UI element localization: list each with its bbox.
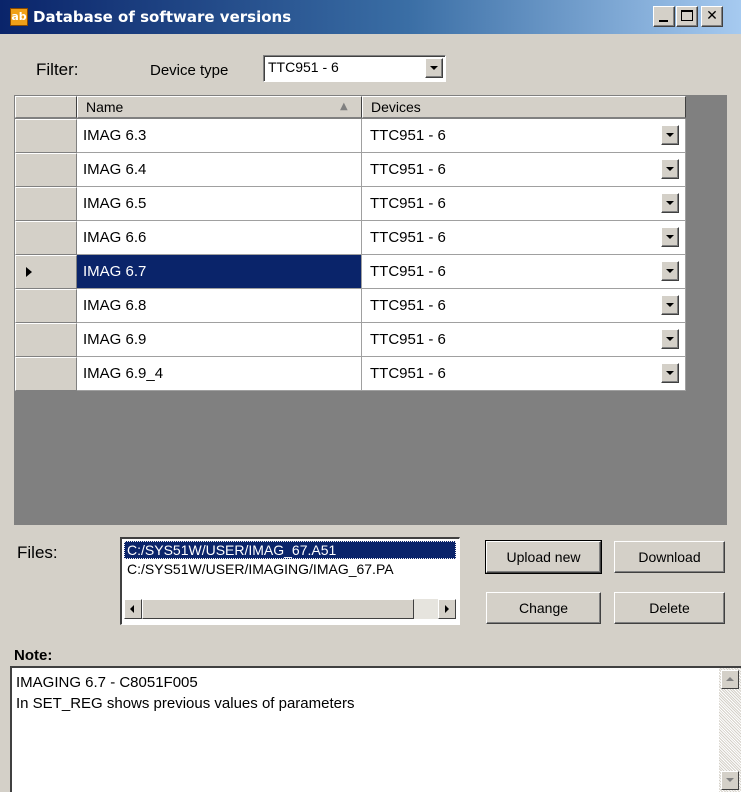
maximize-icon bbox=[681, 10, 693, 21]
column-header-devices-label: Devices bbox=[371, 99, 421, 115]
scroll-right-button[interactable] bbox=[438, 599, 456, 619]
devices-cell-value: TTC951 - 6 bbox=[370, 195, 446, 212]
filter-label: Filter: bbox=[36, 60, 79, 79]
column-header-name-label: Name bbox=[86, 99, 124, 115]
chevron-down-icon bbox=[666, 167, 674, 171]
maximize-button[interactable] bbox=[676, 6, 698, 27]
name-cell[interactable]: IMAG 6.9 bbox=[77, 323, 362, 357]
scroll-up-button[interactable] bbox=[721, 670, 739, 689]
scroll-down-button[interactable] bbox=[721, 771, 739, 790]
devices-cell[interactable]: TTC951 - 6 bbox=[362, 255, 686, 289]
devices-cell-value: TTC951 - 6 bbox=[370, 297, 446, 314]
chevron-down-icon bbox=[666, 201, 674, 205]
column-header-name[interactable]: Name ▲ bbox=[77, 96, 362, 118]
name-cell[interactable]: IMAG 6.3 bbox=[77, 119, 362, 153]
row-header[interactable] bbox=[15, 357, 77, 391]
chevron-down-icon bbox=[666, 303, 674, 307]
row-header[interactable] bbox=[15, 221, 77, 255]
arrow-right-icon bbox=[445, 605, 449, 613]
current-row-pointer-icon bbox=[26, 267, 32, 277]
devices-cell-value: TTC951 - 6 bbox=[370, 331, 446, 348]
change-button[interactable]: Change bbox=[486, 592, 601, 624]
devices-dropdown-button[interactable] bbox=[661, 261, 679, 281]
files-label: Files: bbox=[17, 543, 58, 562]
devices-dropdown-button[interactable] bbox=[661, 227, 679, 247]
sort-ascending-icon: ▲ bbox=[340, 101, 348, 112]
files-list[interactable]: C:/SYS51W/USER/IMAG_67.A51 C:/SYS51W/USER… bbox=[120, 537, 460, 625]
window-title: Database of software versions bbox=[33, 8, 292, 26]
chevron-down-icon bbox=[666, 371, 674, 375]
versions-grid[interactable]: Name ▲ Devices IMAG 6.3 TTC951 - 6 IMAG 6.… bbox=[14, 95, 727, 525]
name-cell[interactable]: IMAG 6.5 bbox=[77, 187, 362, 221]
name-cell[interactable]: IMAG 6.9_4 bbox=[77, 357, 362, 391]
note-textarea[interactable]: IMAGING 6.7 - C8051F005 In SET_REG shows… bbox=[10, 666, 741, 792]
close-icon: ✕ bbox=[706, 8, 718, 24]
minimize-button[interactable] bbox=[653, 6, 675, 27]
arrow-up-icon bbox=[726, 677, 734, 681]
devices-cell[interactable]: TTC951 - 6 bbox=[362, 187, 686, 221]
scroll-left-button[interactable] bbox=[124, 599, 142, 619]
device-type-dropdown-button[interactable] bbox=[425, 58, 443, 78]
row-header-corner bbox=[15, 96, 77, 118]
devices-dropdown-button[interactable] bbox=[661, 193, 679, 213]
chevron-down-icon bbox=[430, 66, 438, 70]
software-versions-window: ab Database of software versions ✕ Filte… bbox=[0, 0, 741, 792]
chevron-down-icon bbox=[666, 269, 674, 273]
devices-dropdown-button[interactable] bbox=[661, 295, 679, 315]
devices-dropdown-button[interactable] bbox=[661, 363, 679, 383]
files-horizontal-scrollbar[interactable] bbox=[124, 599, 456, 619]
devices-cell[interactable]: TTC951 - 6 bbox=[362, 221, 686, 255]
devices-cell[interactable]: TTC951 - 6 bbox=[362, 357, 686, 391]
close-button[interactable]: ✕ bbox=[701, 6, 723, 27]
devices-cell-value: TTC951 - 6 bbox=[370, 365, 446, 382]
list-item[interactable]: C:/SYS51W/USER/IMAG_67.A51 bbox=[124, 541, 456, 559]
upload-new-button[interactable]: Upload new bbox=[485, 540, 602, 574]
row-header[interactable] bbox=[15, 153, 77, 187]
devices-cell[interactable]: TTC951 - 6 bbox=[362, 323, 686, 357]
arrow-left-icon bbox=[130, 605, 134, 613]
devices-cell-value: TTC951 - 6 bbox=[370, 127, 446, 144]
note-line-2: In SET_REG shows previous values of para… bbox=[16, 695, 355, 712]
name-cell[interactable]: IMAG 6.8 bbox=[77, 289, 362, 323]
device-type-combo[interactable]: TTC951 - 6 bbox=[263, 55, 446, 82]
column-header-devices[interactable]: Devices bbox=[362, 96, 686, 118]
title-bar[interactable]: ab Database of software versions ✕ bbox=[0, 0, 741, 34]
devices-cell[interactable]: TTC951 - 6 bbox=[362, 119, 686, 153]
download-button[interactable]: Download bbox=[614, 541, 725, 573]
devices-cell[interactable]: TTC951 - 6 bbox=[362, 153, 686, 187]
devices-dropdown-button[interactable] bbox=[661, 329, 679, 349]
device-type-value: TTC951 - 6 bbox=[268, 59, 339, 75]
app-icon: ab bbox=[10, 8, 28, 26]
note-vertical-scrollbar[interactable] bbox=[719, 668, 741, 792]
row-header[interactable] bbox=[15, 119, 77, 153]
chevron-down-icon bbox=[666, 235, 674, 239]
devices-dropdown-button[interactable] bbox=[661, 125, 679, 145]
chevron-down-icon bbox=[666, 337, 674, 341]
name-cell[interactable]: IMAG 6.4 bbox=[77, 153, 362, 187]
row-header[interactable] bbox=[15, 255, 77, 289]
chevron-down-icon bbox=[666, 133, 674, 137]
delete-button[interactable]: Delete bbox=[614, 592, 725, 624]
list-item[interactable]: C:/SYS51W/USER/IMAGING/IMAG_67.PA bbox=[124, 560, 456, 578]
note-label: Note: bbox=[14, 647, 53, 664]
devices-cell-value: TTC951 - 6 bbox=[370, 263, 446, 280]
name-cell[interactable]: IMAG 6.7 bbox=[77, 255, 362, 289]
row-header[interactable] bbox=[15, 323, 77, 357]
row-header[interactable] bbox=[15, 187, 77, 221]
devices-cell-value: TTC951 - 6 bbox=[370, 161, 446, 178]
devices-dropdown-button[interactable] bbox=[661, 159, 679, 179]
row-header[interactable] bbox=[15, 289, 77, 323]
devices-cell-value: TTC951 - 6 bbox=[370, 229, 446, 246]
devices-cell[interactable]: TTC951 - 6 bbox=[362, 289, 686, 323]
minimize-icon bbox=[659, 20, 668, 22]
device-type-label: Device type bbox=[150, 62, 229, 79]
name-cell[interactable]: IMAG 6.6 bbox=[77, 221, 362, 255]
scroll-thumb[interactable] bbox=[142, 599, 414, 619]
note-line-1: IMAGING 6.7 - C8051F005 bbox=[16, 674, 198, 691]
arrow-down-icon bbox=[726, 778, 734, 782]
